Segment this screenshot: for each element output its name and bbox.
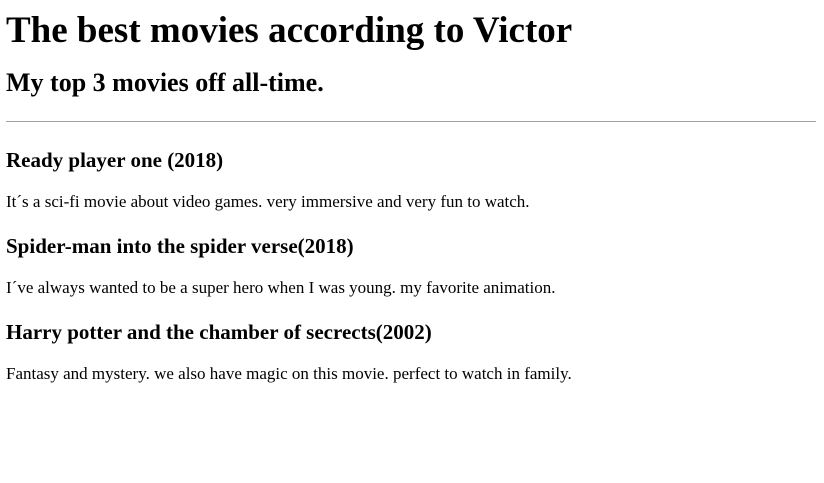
movie-title: Harry potter and the chamber of secrects… — [6, 320, 432, 344]
movie-title: Ready player one (2018) — [6, 148, 224, 172]
movie-title: Spider-man into the spider verse(2018) — [6, 234, 354, 258]
page-subtitle: My top 3 movies off all-time. — [6, 68, 324, 97]
movie-list: Ready player one (2018) It´s a sci-fi mo… — [6, 146, 816, 384]
movie-description: Fantasy and mystery. we also have magic … — [6, 364, 572, 383]
movie-description: I´ve always wanted to be a super hero wh… — [6, 278, 556, 297]
movie-description: It´s a sci-fi movie about video games. v… — [6, 192, 530, 211]
movie-item: Ready player one (2018) It´s a sci-fi mo… — [6, 146, 816, 212]
divider — [6, 121, 816, 122]
movie-item: Spider-man into the spider verse(2018) I… — [6, 232, 816, 298]
movie-item: Harry potter and the chamber of secrects… — [6, 318, 816, 384]
page-title: The best movies according to Victor — [6, 10, 573, 51]
page-content: The best movies according to Victor My t… — [0, 9, 824, 384]
